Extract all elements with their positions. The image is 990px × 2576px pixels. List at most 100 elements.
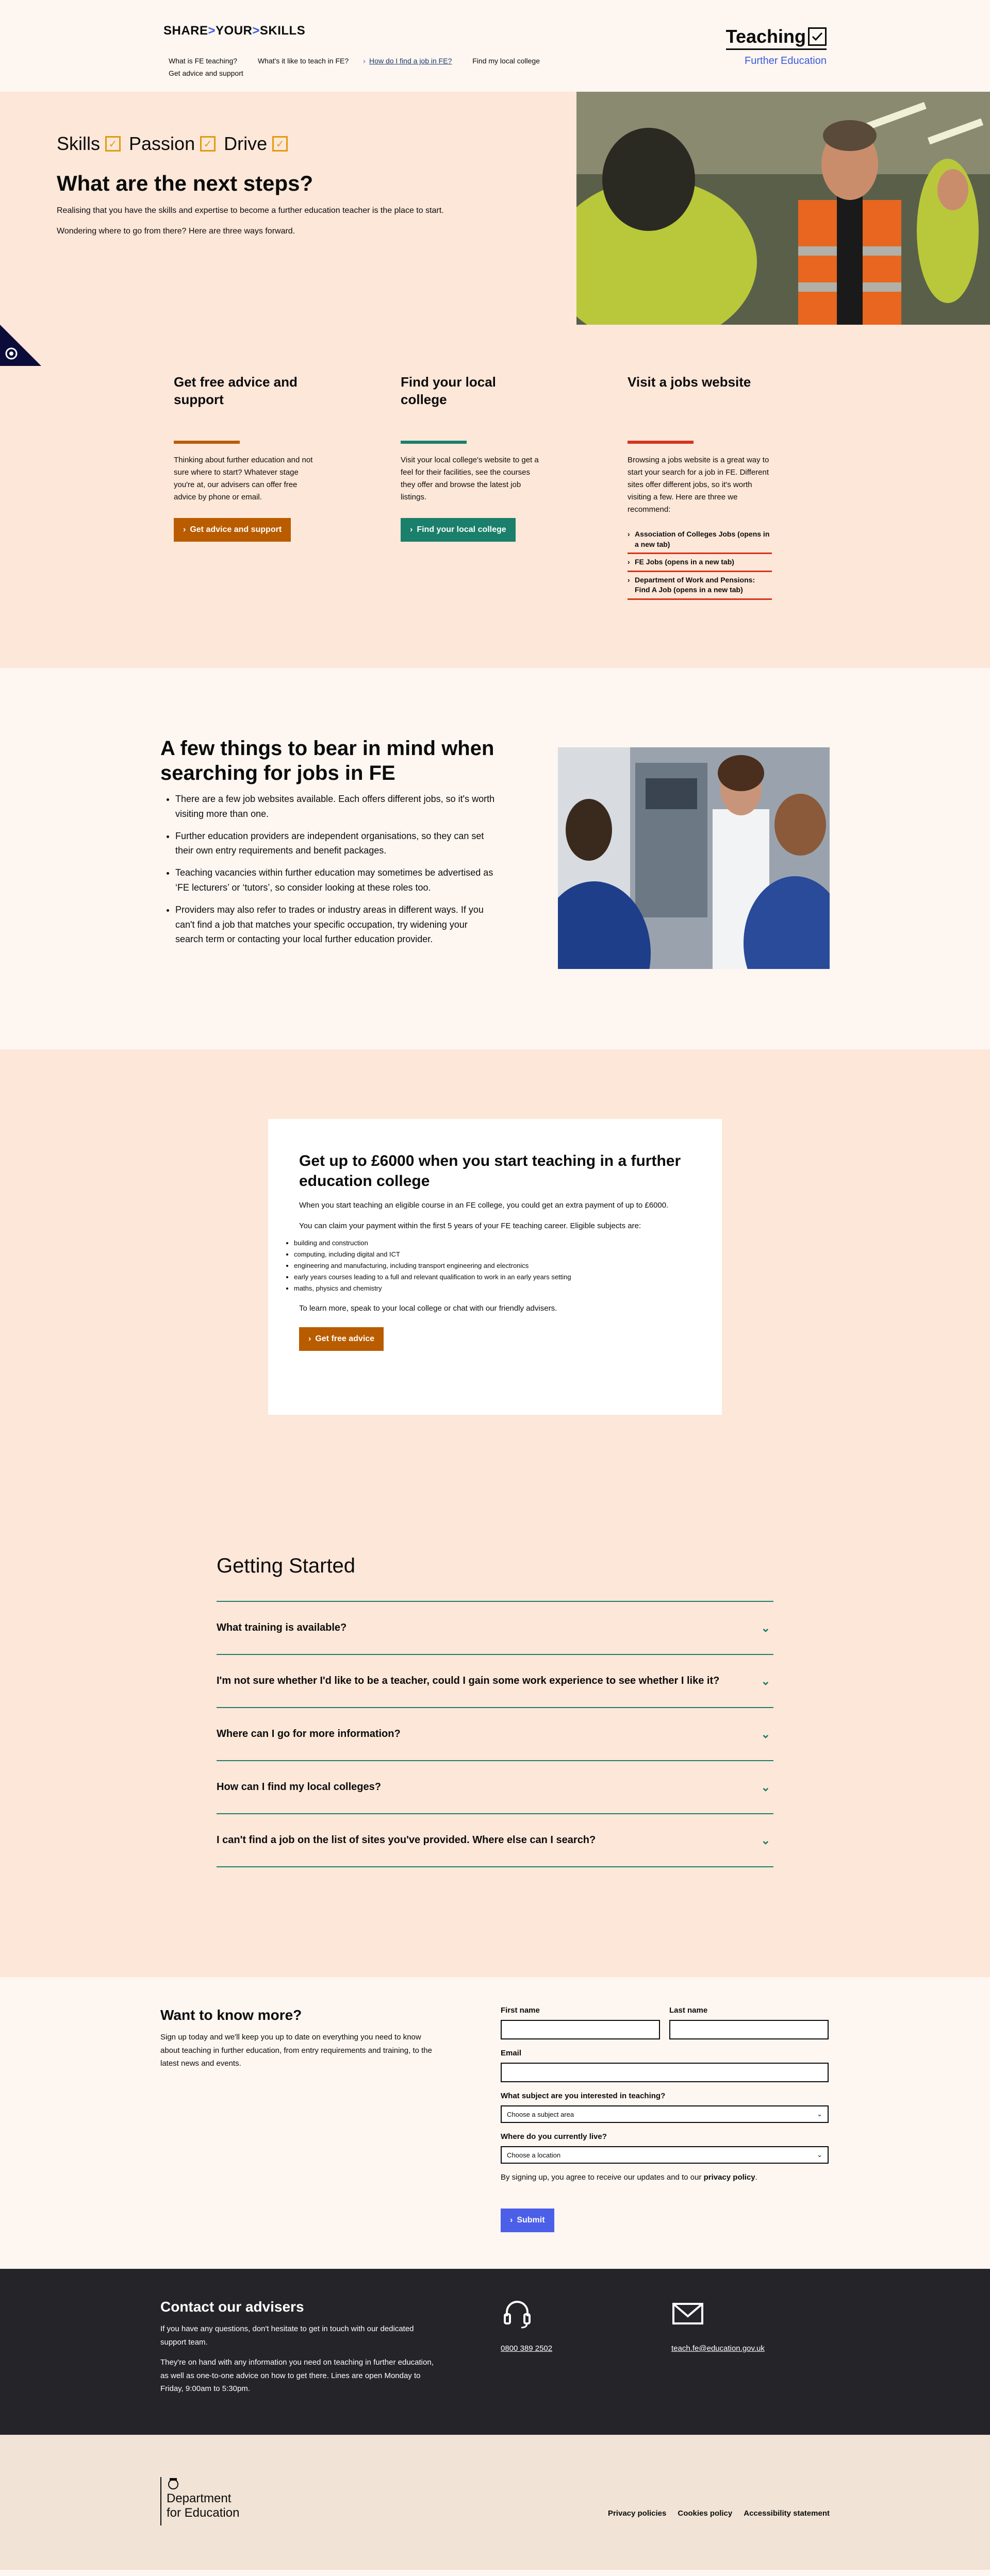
phone-link[interactable]: 0800 389 2502 [501,2344,552,2353]
tips-list: There are a few job websites available. … [175,792,495,954]
column-title: Get free advice and support [174,374,298,407]
main-navigation: What is FE teaching? What's it like to t… [163,57,628,81]
cookie-settings-tab[interactable] [0,325,41,366]
location-select[interactable]: Choose a location ⌄ [501,2146,829,2164]
section-title: Want to know more? [160,2007,302,2023]
column-text: Visit your local college's website to ge… [401,456,539,501]
share-your-skills-logo[interactable]: SHARE>YOUR>SKILLS [163,24,305,38]
subject-select[interactable]: Choose a subject area ⌄ [501,2105,829,2123]
column-text: Browsing a jobs website is a great way t… [628,456,769,514]
faq-item[interactable]: I'm not sure whether I'd like to be a te… [217,1655,773,1708]
faq-item[interactable]: I can't find a job on the list of sites … [217,1814,773,1867]
nav-link-what-like[interactable]: What's it like to teach in FE? [253,57,349,65]
section-title: Getting Started [217,1554,356,1577]
nav-link-find-college[interactable]: Find my local college [467,57,540,65]
nav-link-find-job[interactable]: How do I find a job in FE? [363,57,452,65]
button-label: Get advice and support [190,525,282,534]
privacy-policies-link[interactable]: Privacy policies [608,2509,666,2518]
list-item: maths, physics and chemistry [294,1283,691,1294]
privacy-policy-link[interactable]: privacy policy [704,2173,755,2182]
cookies-policy-link[interactable]: Cookies policy [678,2509,732,2518]
subject-select-value: Choose a subject area [507,2110,574,2118]
logo-word-share: SHARE [163,24,208,38]
logo-arrow-icon: > [252,24,260,38]
card-text: To learn more, speak to your local colle… [299,1304,557,1313]
accessibility-statement-link[interactable]: Accessibility statement [744,2509,830,2518]
submit-button[interactable]: › Submit [501,2209,554,2232]
checkbox-tick-icon [808,27,827,46]
email-input[interactable] [501,2063,829,2082]
signup-description: Sign up today and we'll keep you up to d… [160,2033,432,2068]
card-title: Get up to £6000 when you start teaching … [299,1152,681,1190]
logo-rule [160,2477,161,2525]
list-item: early years courses leading to a full an… [294,1272,691,1283]
chevron-right-icon: › [308,1334,311,1344]
column-title: Find your local college [401,374,496,407]
dfe-logo[interactable]: Department for Education [160,2477,239,2525]
first-name-input[interactable] [501,2020,660,2039]
list-item: building and construction [294,1237,691,1249]
royal-crest-icon [166,2477,181,2493]
email-link[interactable]: teach.fe@education.gov.uk [671,2344,765,2353]
contact-body: If you have any questions, don't hesitat… [160,2322,439,2403]
privacy-end: . [755,2173,757,2182]
hero-intro: Realising that you have the skills and e… [57,206,444,215]
chevron-down-icon: ⌄ [761,1674,770,1687]
section-title: A few things to bear in mind when search… [160,737,494,784]
get-free-advice-button[interactable]: › Get free advice [299,1327,384,1351]
brand-title-text: Teaching [725,26,806,47]
link-aoc-jobs[interactable]: Association of Colleges Jobs (opens in a… [628,526,772,555]
tick-icon: ✓ [200,136,216,152]
nav-link-advice[interactable]: Get advice and support [163,69,243,77]
chevron-right-icon: › [510,2216,513,2224]
email-label: Email [501,2049,522,2058]
site-header: SHARE>YOUR>SKILLS What is FE teaching? W… [0,0,990,92]
chevron-down-icon: ⌄ [761,1727,770,1741]
list-item: Teaching vacancies within further educat… [175,865,495,895]
list-item: engineering and manufacturing, including… [294,1260,691,1272]
last-name-input[interactable] [669,2020,829,2039]
list-item: computing, including digital and ICT [294,1249,691,1260]
value-passion: Passion ✓ [129,133,216,155]
column-divider [628,441,694,444]
first-name-label: First name [501,2006,540,2015]
list-item: Further education providers are independ… [175,829,495,859]
value-drive: Drive ✓ [224,133,288,155]
site-footer: Department for Education Privacy policie… [0,2435,990,2570]
getting-started-section: Getting Started What training is availab… [0,1503,990,1977]
email-contact: teach.fe@education.gov.uk [671,2297,765,2353]
faq-item[interactable]: What training is available? ⌄ [217,1602,773,1655]
privacy-text: By signing up, you agree to receive our … [501,2173,702,2182]
faq-item[interactable]: How can I find my local colleges? ⌄ [217,1761,773,1814]
link-fe-jobs[interactable]: FE Jobs (opens in a new tab) [628,554,772,572]
headset-icon [501,2297,534,2330]
card-text: You can claim your payment within the fi… [299,1222,641,1230]
button-label: Find your local college [417,525,506,534]
logo-word-skills: SKILLS [259,24,306,38]
brand-subtitle: Further Education [745,55,827,66]
nav-link-what-is-fe[interactable]: What is FE teaching? [163,57,237,65]
chevron-right-icon: › [183,525,186,534]
chevron-down-icon: ⌄ [817,2151,822,2159]
eligible-subjects-list: building and construction computing, inc… [294,1237,691,1294]
faq-question: I can't find a job on the list of sites … [217,1834,596,1846]
faq-accordion: What training is available? ⌄ I'm not sur… [217,1601,773,1867]
find-college-button[interactable]: › Find your local college [401,518,516,542]
phone-contact: 0800 389 2502 [501,2297,552,2353]
get-advice-button[interactable]: › Get advice and support [174,518,291,542]
link-dwp-find-a-job[interactable]: Department of Work and Pensions: Find A … [628,572,772,600]
chevron-down-icon: ⌄ [761,1780,770,1794]
button-label: Get free advice [315,1334,375,1344]
faq-question: Where can I go for more information? [217,1728,401,1739]
faq-question: What training is available? [217,1622,347,1633]
logo-arrow-icon: > [208,24,216,38]
contact-section: Contact our advisers If you have any que… [0,2269,990,2435]
logo-word-your: YOUR [216,24,253,38]
list-item: Providers may also refer to trades or in… [175,902,495,947]
card-text: When you start teaching an eligible cour… [299,1201,669,1210]
tick-icon: ✓ [105,136,121,152]
teaching-fe-brand[interactable]: Teaching Further Education [725,26,827,67]
value-label: Passion [129,133,195,154]
section-title: Contact our advisers [160,2299,304,2315]
faq-item[interactable]: Where can I go for more information? ⌄ [217,1708,773,1761]
